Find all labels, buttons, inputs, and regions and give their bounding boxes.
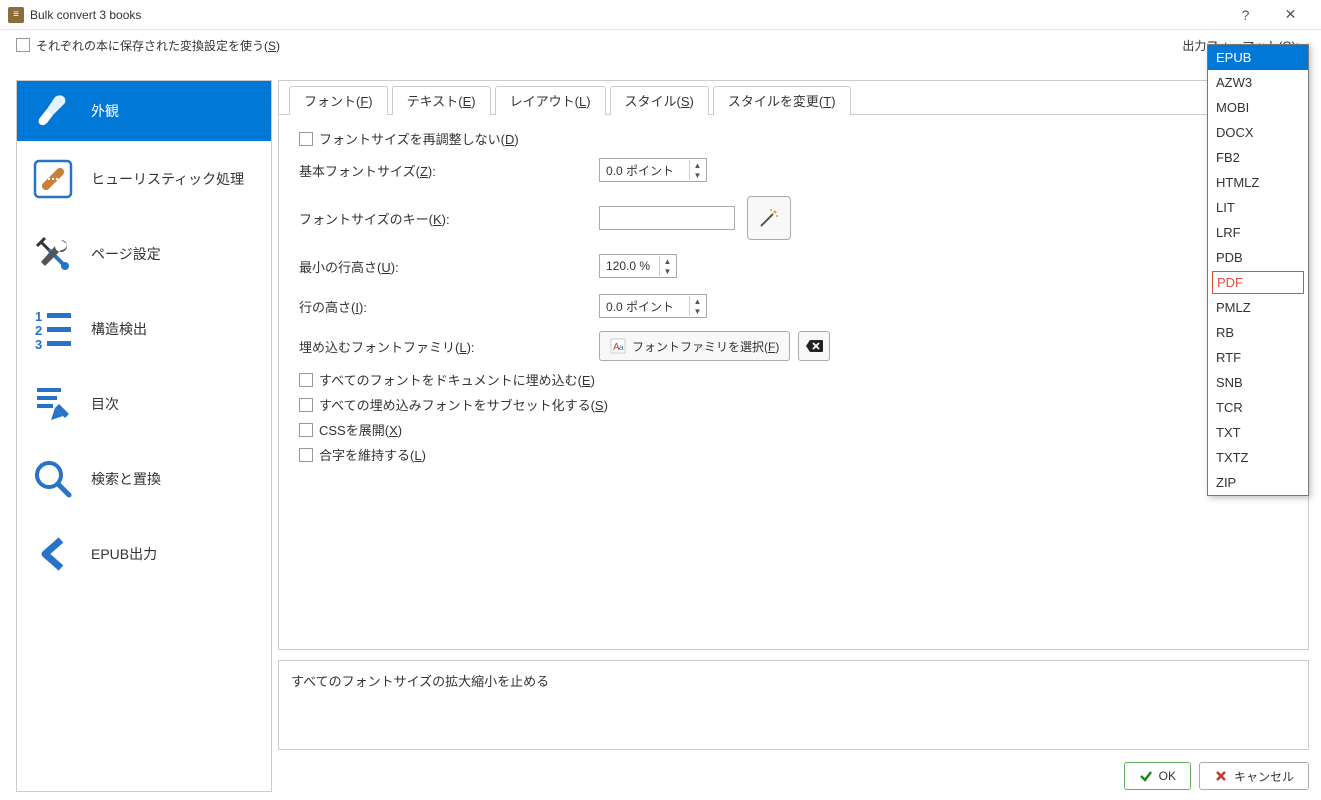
- svg-text:2: 2: [35, 323, 42, 338]
- min-line-height-label: 最小の行高さ(U):: [299, 257, 599, 276]
- window-title: Bulk convert 3 books: [30, 8, 1223, 22]
- subset-fonts-label: すべての埋め込みフォントをサブセット化する(S): [319, 395, 608, 414]
- format-option-epub[interactable]: EPUB: [1208, 45, 1308, 70]
- titlebar: ≡ Bulk convert 3 books ? ✕: [0, 0, 1321, 30]
- close-button[interactable]: ✕: [1268, 0, 1313, 30]
- font-size-key-input[interactable]: [599, 206, 735, 230]
- format-option-txtz[interactable]: TXTZ: [1208, 445, 1308, 470]
- cancel-button[interactable]: キャンセル: [1199, 762, 1309, 790]
- expand-css-label: CSSを展開(X): [319, 420, 402, 439]
- main-panel: フォント(F) テキスト(E) レイアウト(L) スタイル(S) スタイルを変更…: [278, 80, 1309, 650]
- help-button[interactable]: ?: [1223, 0, 1268, 30]
- format-option-rb[interactable]: RB: [1208, 320, 1308, 345]
- hint-panel: すべてのフォントサイズの拡大縮小を止める: [278, 660, 1309, 750]
- format-option-zip[interactable]: ZIP: [1208, 470, 1308, 495]
- no-font-rescale-checkbox[interactable]: [299, 132, 313, 146]
- base-font-size-spinner[interactable]: 0.0 ポイント▲▼: [599, 158, 707, 182]
- use-saved-settings-label: それぞれの本に保存された変換設定を使う(S): [36, 37, 280, 54]
- chevron-left-icon: [29, 530, 77, 578]
- format-option-tcr[interactable]: TCR: [1208, 395, 1308, 420]
- hint-text: すべてのフォントサイズの拡大縮小を止める: [291, 674, 549, 689]
- numbered-list-icon: 123: [29, 305, 77, 353]
- tab-text[interactable]: テキスト(E): [392, 86, 491, 115]
- sidebar-item-label: 外観: [91, 101, 119, 121]
- erase-icon: [805, 339, 823, 353]
- wand-icon: [757, 206, 781, 230]
- bandaid-icon: [29, 155, 77, 203]
- no-font-rescale-label: フォントサイズを再調整しない(D): [319, 129, 519, 148]
- sidebar-item-heuristic[interactable]: ヒューリスティック処理: [17, 141, 271, 216]
- tools-icon: [29, 230, 77, 278]
- sidebar-item-label: 検索と置換: [91, 469, 161, 489]
- format-option-fb2[interactable]: FB2: [1208, 145, 1308, 170]
- clear-font-family-button[interactable]: [798, 331, 830, 361]
- line-height-label: 行の高さ(I):: [299, 297, 599, 316]
- footer-buttons: OK キャンセル: [1124, 762, 1309, 790]
- sidebar-item-structure[interactable]: 123 構造検出: [17, 291, 271, 366]
- format-option-txt[interactable]: TXT: [1208, 420, 1308, 445]
- keep-ligatures-label: 合字を維持する(L): [319, 445, 426, 464]
- choose-font-family-button[interactable]: Aa フォントファミリを選択(F): [599, 331, 790, 361]
- tab-style[interactable]: スタイル(S): [610, 86, 709, 115]
- sidebar: 外観 ヒューリスティック処理 ページ設定 123 構造検出 目次: [16, 80, 272, 792]
- brush-icon: [29, 87, 77, 135]
- sidebar-item-label: 構造検出: [91, 319, 147, 339]
- output-format-dropdown[interactable]: EPUB AZW3 MOBI DOCX FB2 HTMLZ LIT LRF PD…: [1207, 44, 1309, 496]
- sidebar-item-label: 目次: [91, 394, 119, 414]
- sidebar-item-label: ページ設定: [91, 244, 161, 264]
- format-option-lrf[interactable]: LRF: [1208, 220, 1308, 245]
- format-option-azw3[interactable]: AZW3: [1208, 70, 1308, 95]
- svg-text:1: 1: [35, 309, 42, 324]
- format-option-pdf[interactable]: PDF: [1212, 271, 1304, 294]
- sidebar-item-label: EPUB出力: [91, 544, 157, 564]
- tab-fonts[interactable]: フォント(F): [289, 86, 388, 115]
- format-option-pmlz[interactable]: PMLZ: [1208, 295, 1308, 320]
- tab-transform-style[interactable]: スタイルを変更(T): [713, 86, 851, 115]
- svg-text:3: 3: [35, 337, 42, 351]
- font-size-key-label: フォントサイズのキー(K):: [299, 209, 599, 228]
- tab-layout[interactable]: レイアウト(L): [495, 86, 606, 115]
- keep-ligatures-checkbox[interactable]: [299, 448, 313, 462]
- tabs: フォント(F) テキスト(E) レイアウト(L) スタイル(S) スタイルを変更…: [279, 81, 1308, 115]
- format-option-snb[interactable]: SNB: [1208, 370, 1308, 395]
- min-line-height-spinner[interactable]: 120.0 %▲▼: [599, 254, 677, 278]
- ok-button[interactable]: OK: [1124, 762, 1191, 790]
- sidebar-item-look-feel[interactable]: 外観: [17, 81, 271, 141]
- embed-all-fonts-label: すべてのフォントをドキュメントに埋め込む(E): [319, 370, 595, 389]
- expand-css-checkbox[interactable]: [299, 423, 313, 437]
- format-option-lit[interactable]: LIT: [1208, 195, 1308, 220]
- cross-icon: [1214, 769, 1228, 783]
- embed-font-family-label: 埋め込むフォントファミリ(L):: [299, 337, 599, 356]
- check-icon: [1139, 769, 1153, 783]
- subset-fonts-checkbox[interactable]: [299, 398, 313, 412]
- search-icon: [29, 455, 77, 503]
- font-size-wizard-button[interactable]: [747, 196, 791, 240]
- format-option-rtf[interactable]: RTF: [1208, 345, 1308, 370]
- base-font-size-label: 基本フォントサイズ(Z):: [299, 161, 599, 180]
- sidebar-item-label: ヒューリスティック処理: [91, 169, 244, 189]
- use-saved-settings-checkbox[interactable]: [16, 38, 30, 52]
- font-icon: Aa: [610, 338, 626, 354]
- sidebar-item-search-replace[interactable]: 検索と置換: [17, 441, 271, 516]
- format-option-pdb[interactable]: PDB: [1208, 245, 1308, 270]
- app-icon: ≡: [8, 7, 24, 23]
- tab-content: フォントサイズを再調整しない(D) 基本フォントサイズ(Z): 0.0 ポイント…: [279, 115, 1308, 484]
- svg-text:a: a: [619, 343, 624, 352]
- format-option-htmlz[interactable]: HTMLZ: [1208, 170, 1308, 195]
- sidebar-item-toc[interactable]: 目次: [17, 366, 271, 441]
- format-option-docx[interactable]: DOCX: [1208, 120, 1308, 145]
- sidebar-item-output[interactable]: EPUB出力: [17, 516, 271, 591]
- line-height-spinner[interactable]: 0.0 ポイント▲▼: [599, 294, 707, 318]
- format-option-mobi[interactable]: MOBI: [1208, 95, 1308, 120]
- top-options-bar: それぞれの本に保存された変換設定を使う(S) 出力フォーマット(O):: [0, 30, 1321, 60]
- sidebar-item-page-setup[interactable]: ページ設定: [17, 216, 271, 291]
- embed-all-fonts-checkbox[interactable]: [299, 373, 313, 387]
- toc-icon: [29, 380, 77, 428]
